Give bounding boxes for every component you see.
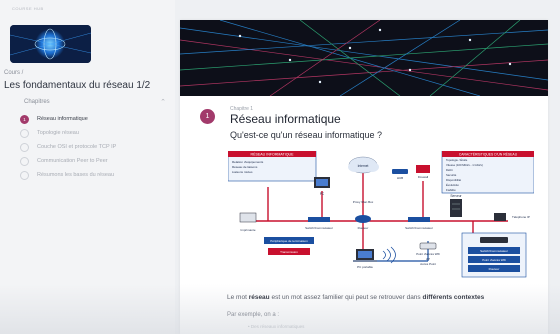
topbar-text: COURSE HUB [12,6,44,11]
hub-label: HUB [397,176,403,180]
paragraph-text: est un mot assez familier qui peut se re… [269,294,423,301]
characteristics-line: Débit [446,168,453,172]
chevron-up-icon[interactable]: ⌃ [160,98,166,106]
chapter-item[interactable]: Communication Peer to Peer [20,154,170,168]
switch-label: Switch/Commutateur [405,226,433,230]
ap-label: AP [426,257,430,261]
laptop-icon: PC portable [353,249,377,269]
chapter-status-circle [20,128,29,138]
laptop-label: PC portable [357,265,373,269]
chapter-status-circle [20,142,29,152]
access-point-label: Point d'accès Wifi [416,252,440,256]
device-legend-box: Switch/Commutateur Point d'accès Wifi Ro… [461,232,527,278]
characteristics-line: Sécurité [446,173,457,177]
network-info-box: RÉSEAU INFORMATIQUE Relation d'équipemen… [227,150,317,182]
network-box-line: Relation d'équipements [232,160,264,164]
terminal-label-box: Périphérique de terminaison Transmission [264,237,314,255]
server-icon: Serveur [450,194,463,217]
chapter-label: Résumons les bases du réseau [37,172,115,178]
router-label: Routeur [358,226,369,230]
access-point-sub-label: Accès Point [420,262,436,266]
characteristics-line: Vitesse (100 Mbit/s - 1 Gbit/s) [446,163,483,167]
paragraph-bold: réseau [248,294,270,301]
characteristics-line: Disponibilité [446,178,462,182]
chapter-item[interactable]: Topologie réseau [20,126,170,140]
example-paragraph: Par exemple, on a : [227,312,280,318]
chapters-label: Chapitres [24,99,50,105]
chapter-label: Topologie réseau [37,130,79,136]
peripheral-label: Périphérique de terminaison [270,239,308,243]
paragraph-text: Le mot [227,294,249,301]
section-number: 1 [200,109,215,124]
course-thumbnail [10,25,91,63]
firewall-label: Firewall [418,175,429,179]
legend-router-label: Routeur [489,267,500,271]
network-diagram: RÉSEAU INFORMATIQUE Relation d'équipemen… [227,150,535,281]
section-title: Réseau informatique [230,112,341,126]
intro-paragraph: Le mot réseau est un mot assez familier … [227,294,484,301]
network-box-line: Liaisons mixtes [232,170,253,174]
hub-icon: HUB [392,169,408,180]
characteristics-line: Évolutivité [446,182,459,187]
printer-icon: Imprimante [239,212,257,232]
access-point-icon: Point d'accès Wifi AP Accès Point [416,242,440,266]
main-content: 1 Chapitre 1 Réseau informatique Qu'est-… [180,20,548,334]
firewall-icon: Firewall [416,165,430,179]
phone-icon: Téléphone IP [494,213,530,221]
pc-label: PC [320,192,325,196]
switch-icon: Switch/Commutateur [405,217,433,230]
router-icon: Routeur [355,215,371,230]
chapter-status-circle [20,170,29,180]
example-list-item: • Des réseaux informatiques [248,324,305,329]
chapter-item[interactable]: Résumons les bases du réseau [20,168,170,182]
internet-label: Internet [358,164,369,168]
section-question: Qu'est-ce qu'un réseau informatique ? [230,130,383,140]
legend-wifi-label: Point d'accès Wifi [482,258,506,262]
chapter-item[interactable]: Couche OSI et protocole TCP IP [20,140,170,154]
phone-label: Téléphone IP [512,215,530,219]
course-banner [180,20,548,96]
server-label: Serveur [450,194,462,198]
network-box-line: Réseau de liaisons [232,165,258,169]
printer-label: Imprimante [240,228,255,232]
chapter-label: Communication Peer to Peer [37,158,108,164]
pc-icon: PC [314,177,330,196]
chapter-label: Couche OSI et protocole TCP IP [37,144,117,150]
proxy-label: Proxy Wan Box [353,200,374,204]
cloud-icon: Internet [348,156,379,174]
chapters-header[interactable]: Chapitres ⌃ [8,98,168,108]
course-title: Les fondamentaux du réseau 1/2 [4,80,151,91]
app-window: COURSE HUB Cours / Les fondamentaux du r… [0,0,560,334]
chapter-status-circle [20,156,29,166]
chapter-list: 1 Réseau informatique Topologie réseau C… [20,112,170,182]
sidebar: COURSE HUB Cours / Les fondamentaux du r… [0,0,175,334]
characteristics-line: Fiabilité [446,188,456,192]
paragraph-bold: différents contextes [422,294,485,301]
chapter-number: 1 [20,114,29,124]
chapter-item[interactable]: 1 Réseau informatique [20,112,170,126]
breadcrumb[interactable]: Cours / [4,70,23,76]
switch-label: Switch/Commutateur [305,226,333,230]
transmission-label: Transmission [280,250,298,254]
characteristics-box-title: CARACTÉRISTIQUES D'UN RÉSEAU [459,152,518,157]
characteristics-box: CARACTÉRISTIQUES D'UN RÉSEAU Topologie /… [441,150,535,194]
network-box-title: RÉSEAU INFORMATIQUE [250,152,294,157]
legend-switch-label: Switch/Commutateur [480,249,508,253]
switch-icon: Switch/Commutateur [305,217,333,230]
characteristics-line: Topologie / Étoile [446,157,468,162]
chapter-label: Réseau informatique [37,116,88,122]
